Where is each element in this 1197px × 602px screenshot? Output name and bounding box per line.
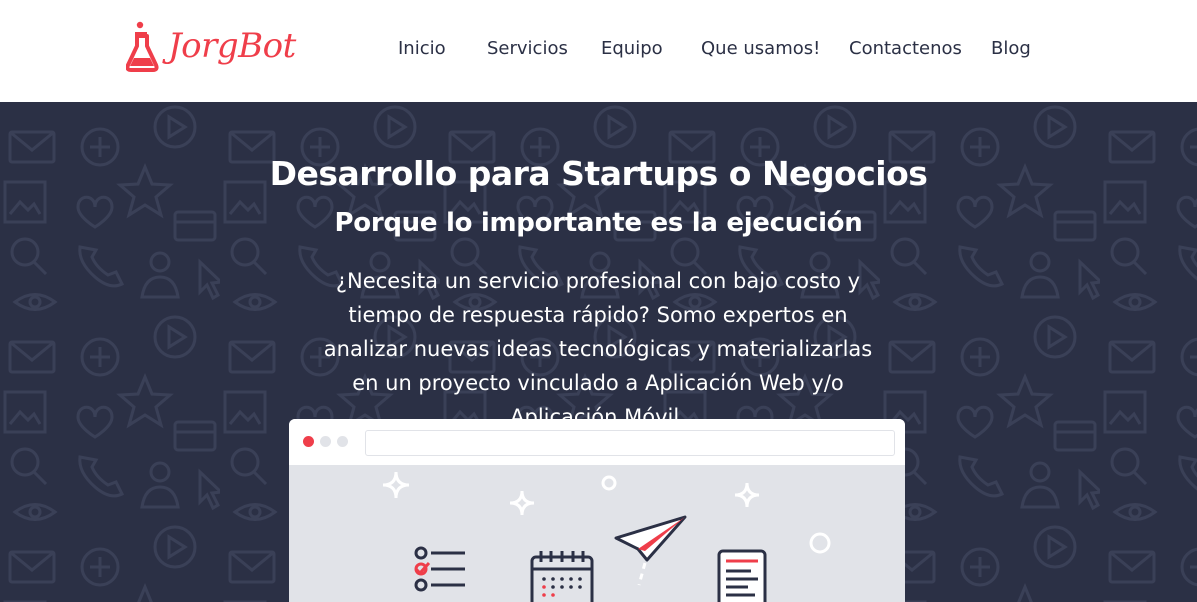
paper-plane-icon — [614, 515, 687, 586]
minimize-dot-icon — [320, 436, 331, 447]
site-header: JorgBot Inicio Servicios Equipo Que usam… — [0, 0, 1197, 102]
hero-subtitle: Porque lo importante es la ejecución — [334, 208, 863, 238]
nav-item-equipo[interactable]: Equipo — [601, 38, 663, 59]
browser-mockup — [289, 419, 905, 602]
hero-title: Desarrollo para Startups o Negocios — [269, 154, 928, 193]
browser-toolbar — [289, 419, 905, 465]
browser-content — [289, 465, 905, 602]
sparkle-icon — [382, 471, 831, 554]
nav-item-blog[interactable]: Blog — [991, 38, 1031, 59]
nav-item-contactenos[interactable]: Contactenos — [849, 38, 962, 59]
nav-item-inicio[interactable]: Inicio — [398, 38, 446, 59]
maximize-dot-icon — [337, 436, 348, 447]
document-icon — [717, 549, 767, 602]
checklist-icon — [414, 546, 465, 592]
close-dot-icon — [303, 436, 314, 447]
nav-item-que-usamos[interactable]: Que usamos! — [701, 38, 820, 59]
hero-section: Desarrollo para Startups o Negocios Porq… — [0, 102, 1197, 602]
calendar-icon — [530, 551, 594, 602]
browser-url-bar — [365, 430, 895, 456]
hero-description: ¿Necesita un servicio profesional con ba… — [323, 269, 873, 429]
main-nav: Inicio Servicios Equipo Que usamos! Cont… — [0, 38, 1197, 64]
nav-item-servicios[interactable]: Servicios — [487, 38, 568, 59]
